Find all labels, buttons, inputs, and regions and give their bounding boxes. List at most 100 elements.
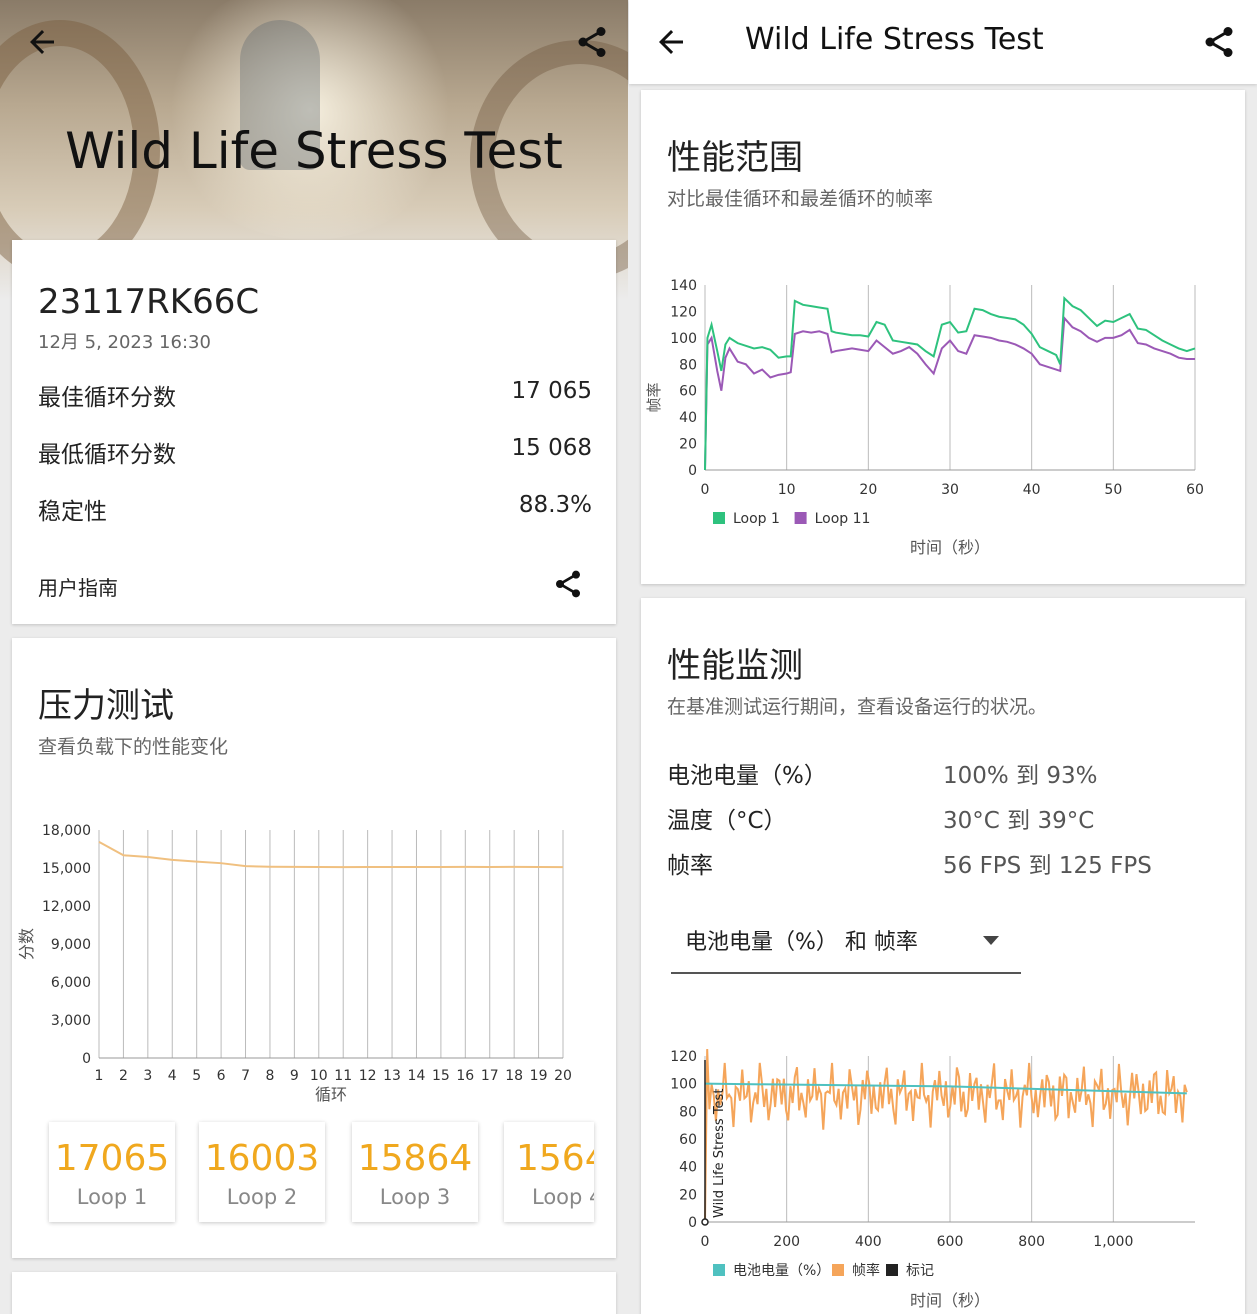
loop-score: 1564 [516,1138,594,1179]
y-tick-label: 80 [679,1104,697,1120]
legend-label: Loop 1 [733,511,780,527]
y-tick-label: 20 [679,1187,697,1203]
y-tick-label: 0 [82,1051,91,1067]
app-bar: Wild Life Stress Test [629,0,1257,84]
y-tick-label: 120 [670,1049,697,1065]
y-tick-label: 18,000 [42,823,91,839]
loop-score: 17065 [54,1138,170,1179]
x-tick-label: 17 [481,1068,499,1084]
left-screen: Wild Life Stress Test 23117RK66C 12月 5, … [0,0,628,1314]
y-tick-label: 40 [679,1160,697,1176]
back-arrow-icon[interactable] [24,24,60,60]
stress-subtitle: 查看负载下的性能变化 [38,736,229,758]
x-tick-label: 2 [119,1068,128,1084]
y-tick-label: 15,000 [42,861,91,877]
x-tick-label: 6 [217,1068,226,1084]
x-tick-label: 19 [530,1068,548,1084]
x-tick-label: 3 [143,1068,152,1084]
stress-title: 压力测试 [38,686,174,726]
x-tick-label: 600 [937,1234,964,1250]
y-tick-label: 140 [670,278,697,294]
x-tick-label: 800 [1018,1234,1045,1250]
legend-label: 标记 [906,1263,934,1279]
x-axis-label: 时间（秒） [910,1291,990,1310]
stat-label: 稳定性 [38,499,107,525]
fps-range-chart: 0 10 20 30 40 50 60 0 20 40 60 80 100 120 140 帧率 Loop 1 L… [645,278,1204,557]
x-tick-label: 7 [241,1068,250,1084]
x-tick-label: 10 [778,482,796,498]
legend-swatch [794,512,807,524]
app-bar-title: Wild Life Stress Test [745,22,1044,57]
stat-value: 17 065 [511,378,592,404]
framerate-row: 帧率 56 FPS 到 125 FPS [667,846,1227,880]
back-arrow-icon[interactable] [653,24,689,60]
x-tick-label: 400 [855,1234,882,1250]
x-tick-label: 16 [456,1068,474,1084]
x-tick-label: 60 [1186,482,1204,498]
share-icon[interactable] [552,568,584,600]
legend-swatch [713,512,725,524]
y-tick-label: 9,000 [51,937,91,953]
loop-score-card[interactable]: 17065 Loop 1 [49,1122,175,1222]
next-card [12,1272,616,1314]
monitor-label: 电池电量（%） [667,763,827,789]
dropdown-arrow-icon [983,936,999,945]
x-tick-label: 11 [334,1068,352,1084]
x-tick-label: 1,000 [1093,1234,1133,1250]
performance-monitor-card: 性能监测 在基准测试运行期间，查看设备运行的状况。 电池电量（%） 100% 到… [641,598,1245,1314]
x-tick-label: 1 [95,1068,104,1084]
x-tick-label: 15 [432,1068,450,1084]
y-tick-label: 60 [679,1132,697,1148]
x-tick-label: 8 [265,1068,274,1084]
legend-label: 电池电量（%） [733,1263,830,1279]
fps-series-line [704,1049,1188,1223]
y-tick-label: 40 [679,410,697,426]
loop-score: 15864 [357,1138,473,1179]
monitor-chart: 0 200 400 600 800 1,000 0 20 40 60 80 100 120 Wild Li… [670,1049,1195,1310]
loop-score-card[interactable]: 16003 Loop 2 [199,1122,325,1222]
stress-test-card: 压力测试 查看负载下的性能变化 1 2 3 4 5 6 7 8 9 10 11 12 13 14 15 16 1… [12,638,616,1258]
x-tick-label: 40 [1023,482,1041,498]
x-tick-label: 200 [773,1234,800,1250]
share-icon[interactable] [574,24,610,60]
x-tick-label: 0 [701,1234,710,1250]
x-tick-label: 12 [359,1068,377,1084]
x-tick-label: 5 [192,1068,201,1084]
device-result-card: 23117RK66C 12月 5, 2023 16:30 最佳循环分数 17 0… [12,240,616,624]
x-tick-label: 10 [310,1068,328,1084]
stat-value: 88.3% [518,492,592,518]
loop-label: Loop 2 [226,1185,298,1209]
stat-value: 15 068 [511,435,592,461]
lowest-loop-row: 最低循环分数 15 068 [38,435,592,469]
right-screen: Wild Life Stress Test 性能范围 对比最佳循环和最差循环的帧… [629,0,1257,1314]
y-tick-label: 6,000 [51,975,91,991]
y-tick-label: 0 [688,463,697,479]
y-tick-label: 100 [670,1077,697,1093]
x-axis-label: 循环 [315,1085,347,1104]
monitor-value: 56 FPS 到 125 FPS [943,853,1152,879]
x-tick-label: 4 [168,1068,177,1084]
metric-dropdown[interactable]: 电池电量（%） 和 帧率 [671,918,1021,974]
y-tick-label: 20 [679,437,697,453]
user-guide-link[interactable]: 用户指南 [38,572,118,601]
monitor-value: 100% 到 93% [943,763,1098,789]
stability-row: 稳定性 88.3% [38,492,592,526]
x-tick-label: 20 [554,1068,572,1084]
y-tick-label: 12,000 [42,899,91,915]
share-icon[interactable] [1201,24,1237,60]
legend-label: Loop 11 [815,511,871,527]
perf-subtitle: 对比最佳循环和最差循环的帧率 [667,188,934,210]
best-loop-row: 最佳循环分数 17 065 [38,378,592,412]
marker-label: Wild Life Stress Test [712,1089,727,1218]
loop-score: 16003 [204,1138,320,1179]
temperature-row: 温度（°C） 30°C 到 39°C [667,801,1227,835]
monitor-label: 温度（°C） [667,808,787,834]
loop-score-card[interactable]: 15864 Loop 3 [352,1122,478,1222]
loop-score-card[interactable]: 1564 Loop 4 [504,1122,594,1222]
x-tick-label: 18 [505,1068,523,1084]
y-tick-label: 0 [688,1215,697,1231]
monitor-subtitle: 在基准测试运行期间，查看设备运行的状况。 [667,696,1048,718]
device-name: 23117RK66C [38,282,260,322]
dropdown-selected: 电池电量（%） 和 帧率 [685,930,918,955]
x-tick-label: 14 [408,1068,426,1084]
